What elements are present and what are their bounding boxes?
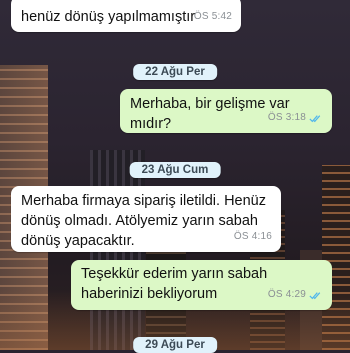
message-meta: ÖS 4:16: [234, 227, 272, 247]
message-meta: ÖS 4:29: [268, 285, 323, 305]
outgoing-message[interactable]: Teşekkür ederim yarın sabah haberinizi b…: [71, 260, 332, 310]
message-time: ÖS 5:42: [193, 11, 232, 22]
double-check-read-icon: [309, 291, 321, 299]
outgoing-message[interactable]: Merhaba, bir gelişme var mıdır? ÖS 3:18: [120, 89, 332, 133]
message-meta: ÖS 3:18: [268, 108, 323, 128]
message-time: ÖS 3:18: [267, 112, 306, 123]
date-separator: 23 Ağu Cum: [129, 162, 221, 178]
incoming-message[interactable]: Merhaba firmaya sipariş iletildi. Henüz …: [11, 186, 281, 252]
date-separator: 22 Ağu Per: [133, 64, 217, 80]
message-time: ÖS 4:29: [267, 289, 306, 300]
message-list[interactable]: henüz dönüş yapılmamıştır ÖS 5:42 22 Ağu…: [0, 0, 350, 353]
message-text: henüz dönüş yapılmamıştır: [21, 9, 196, 25]
message-time: ÖS 4:16: [233, 231, 272, 242]
incoming-message[interactable]: henüz dönüş yapılmamıştır ÖS 5:42: [11, 0, 241, 32]
message-meta: ÖS 5:42: [194, 7, 232, 27]
double-check-read-icon: [309, 114, 321, 122]
date-separator: 29 Ağu Per: [133, 337, 217, 353]
message-text: Merhaba firmaya sipariş iletildi. Henüz …: [21, 193, 266, 249]
